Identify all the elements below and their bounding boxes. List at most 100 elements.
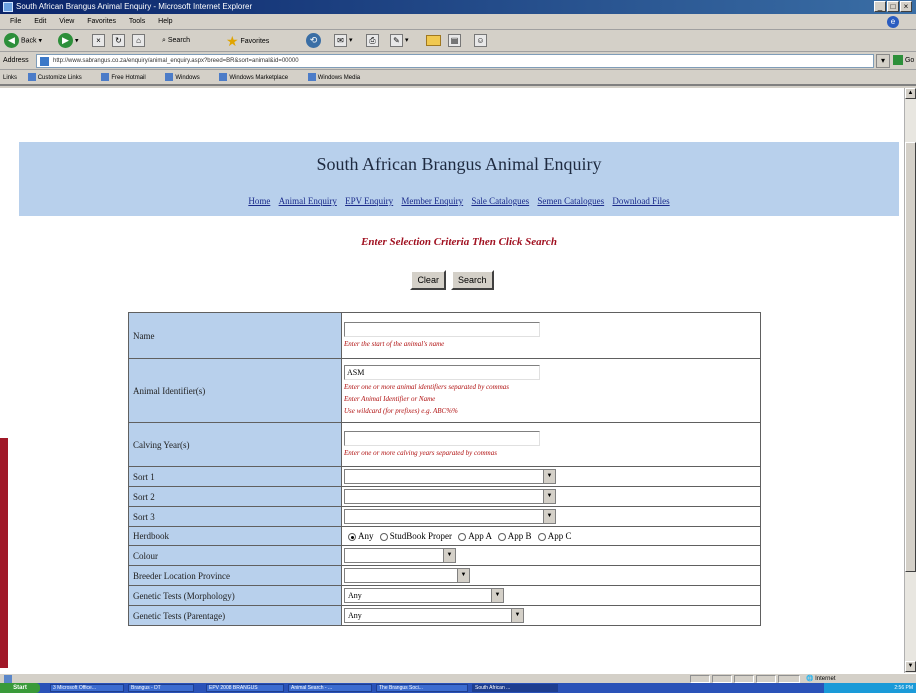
home-icon: ⌂ bbox=[132, 33, 145, 47]
links-label: Links bbox=[3, 75, 18, 81]
forward-button[interactable]: ▶ ▾ bbox=[58, 33, 78, 49]
messenger-icon: ☺ bbox=[474, 33, 487, 47]
taskbar-item[interactable]: Brangus - DT bbox=[128, 684, 194, 692]
menu-help[interactable]: Help bbox=[158, 18, 172, 25]
forward-arrow-icon: ▶ bbox=[58, 33, 73, 48]
animal-identifier-hint-3: Use wildcard (for prefixes) e.g. ABC%% bbox=[344, 407, 458, 415]
scroll-down-icon[interactable]: ▼ bbox=[905, 661, 916, 672]
menu-tools[interactable]: Tools bbox=[129, 18, 145, 25]
herdbook-radio-group: Any StudBook Proper App A App B App C bbox=[341, 526, 761, 546]
start-button[interactable]: Start bbox=[0, 683, 40, 693]
folder-button[interactable] bbox=[426, 33, 441, 49]
star-icon: ★ bbox=[226, 33, 239, 49]
menu-file[interactable]: File bbox=[10, 18, 21, 25]
page-done-icon bbox=[4, 675, 12, 683]
messenger-button[interactable]: ☺ bbox=[474, 33, 487, 49]
search-button[interactable]: ⌕ Search bbox=[162, 33, 190, 49]
herdbook-radio-app-a[interactable] bbox=[458, 532, 467, 541]
row-genetic-tests-parentage: Genetic Tests (Parentage) Any ▼ bbox=[128, 605, 761, 626]
mail-button[interactable]: ✉ ▾ bbox=[334, 33, 352, 49]
link-marketplace[interactable]: Windows Marketplace bbox=[219, 73, 297, 82]
chevron-down-icon: ▼ bbox=[543, 470, 555, 483]
printer-icon: ⎙ bbox=[366, 33, 379, 47]
browser-toolbar: ◀ Back ▾ ▶ ▾ × ↻ ⌂ ⌕ Search ★ Favorites … bbox=[0, 30, 916, 52]
close-button[interactable]: × bbox=[900, 1, 912, 12]
site-header: South African Brangus Animal Enquiry Hom… bbox=[19, 142, 899, 216]
favorites-button[interactable]: ★ Favorites bbox=[226, 33, 269, 49]
link-icon bbox=[219, 73, 228, 82]
taskbar-item[interactable]: 3 Microsoft Office... bbox=[50, 684, 124, 692]
taskbar-item[interactable]: The Brangus Soci... bbox=[376, 684, 468, 692]
taskbar-item[interactable]: Animal Search - ... bbox=[288, 684, 372, 692]
herdbook-radio-any[interactable] bbox=[348, 532, 356, 541]
taskbar-item-active[interactable]: South African ... bbox=[472, 684, 558, 692]
home-button[interactable]: ⌂ bbox=[132, 33, 145, 49]
mail-icon: ✉ bbox=[334, 33, 347, 47]
taskbar-item[interactable]: EPV 2008 BRANGUS bbox=[206, 684, 284, 692]
nav-sale-catalogues[interactable]: Sale Catalogues bbox=[471, 196, 529, 206]
animal-identifier-hint-1: Enter one or more animal identifiers sep… bbox=[344, 383, 509, 391]
genetic-tests-parentage-select[interactable]: Any ▼ bbox=[344, 608, 524, 623]
clear-button[interactable]: Clear bbox=[410, 270, 446, 290]
chevron-down-icon: ▼ bbox=[543, 510, 555, 523]
link-customize[interactable]: Customize Links bbox=[27, 73, 91, 82]
history-button[interactable]: ⟲ bbox=[306, 33, 321, 49]
menu-view[interactable]: View bbox=[59, 18, 74, 25]
search-submit-button[interactable]: Search bbox=[451, 270, 494, 290]
maximize-button[interactable]: □ bbox=[887, 1, 899, 12]
research-button[interactable]: ▤ bbox=[448, 33, 461, 49]
refresh-icon: ↻ bbox=[112, 33, 125, 47]
colour-label: Colour bbox=[128, 545, 342, 566]
colour-select[interactable]: ▼ bbox=[344, 548, 456, 563]
address-input[interactable]: http://www.sabrangus.co.za/enquiry/anima… bbox=[36, 54, 874, 68]
window-titlebar: South African Brangus Animal Enquiry - M… bbox=[0, 0, 916, 14]
nav-epv-enquiry[interactable]: EPV Enquiry bbox=[345, 196, 393, 206]
sort-1-select[interactable]: ▼ bbox=[344, 469, 556, 484]
herdbook-radio-app-b[interactable] bbox=[497, 532, 506, 541]
link-icon bbox=[101, 73, 110, 82]
herdbook-radio-studbook[interactable] bbox=[379, 532, 388, 541]
herdbook-radio-app-c[interactable] bbox=[537, 532, 546, 541]
back-button[interactable]: ◀ Back ▾ bbox=[4, 33, 42, 49]
go-button[interactable]: Go bbox=[893, 54, 915, 68]
windows-logo-icon: e bbox=[887, 16, 899, 28]
herdbook-label: Herdbook bbox=[128, 526, 342, 546]
menu-favorites[interactable]: Favorites bbox=[87, 18, 116, 25]
print-button[interactable]: ⎙ bbox=[366, 33, 379, 49]
nav-home[interactable]: Home bbox=[248, 196, 270, 206]
row-animal-identifier: Animal Identifier(s) ASM Enter one or mo… bbox=[128, 358, 761, 423]
edit-button[interactable]: ✎ ▾ bbox=[390, 33, 408, 49]
row-breeder-province: Breeder Location Province ▼ bbox=[128, 565, 761, 586]
links-bar: Links Customize Links Free Hotmail Windo… bbox=[0, 70, 916, 86]
ie-page-icon bbox=[3, 2, 13, 12]
scroll-up-icon[interactable]: ▲ bbox=[905, 88, 916, 99]
genetic-tests-morphology-select[interactable]: Any ▼ bbox=[344, 588, 504, 603]
research-icon: ▤ bbox=[448, 33, 461, 47]
link-windows[interactable]: Windows bbox=[165, 73, 208, 82]
calving-year-input[interactable] bbox=[344, 431, 540, 446]
nav-semen-catalogues[interactable]: Semen Catalogues bbox=[537, 196, 604, 206]
minimize-button[interactable]: _ bbox=[874, 1, 886, 12]
nav-animal-enquiry[interactable]: Animal Enquiry bbox=[279, 196, 337, 206]
go-arrow-icon bbox=[893, 55, 903, 66]
scroll-thumb[interactable] bbox=[905, 142, 916, 572]
link-media[interactable]: Windows Media bbox=[307, 73, 369, 82]
status-cell bbox=[734, 675, 754, 683]
instruction-text: Enter Selection Criteria Then Click Sear… bbox=[361, 236, 557, 248]
page-icon bbox=[40, 57, 49, 66]
address-dropdown[interactable]: ▾ bbox=[876, 54, 890, 68]
animal-identifier-input[interactable]: ASM bbox=[344, 365, 540, 380]
history-icon: ⟲ bbox=[306, 33, 321, 48]
sort-2-select[interactable]: ▼ bbox=[344, 489, 556, 504]
sort-3-select[interactable]: ▼ bbox=[344, 509, 556, 524]
vertical-scrollbar[interactable]: ▲ ▼ bbox=[904, 88, 916, 673]
nav-download-files[interactable]: Download Files bbox=[612, 196, 669, 206]
menu-edit[interactable]: Edit bbox=[34, 18, 46, 25]
link-hotmail[interactable]: Free Hotmail bbox=[101, 73, 154, 82]
nav-member-enquiry[interactable]: Member Enquiry bbox=[401, 196, 463, 206]
calving-year-label: Calving Year(s) bbox=[128, 422, 342, 467]
name-input[interactable] bbox=[344, 322, 540, 337]
breeder-province-select[interactable]: ▼ bbox=[344, 568, 470, 583]
stop-button[interactable]: × bbox=[92, 33, 105, 49]
refresh-button[interactable]: ↻ bbox=[112, 33, 125, 49]
